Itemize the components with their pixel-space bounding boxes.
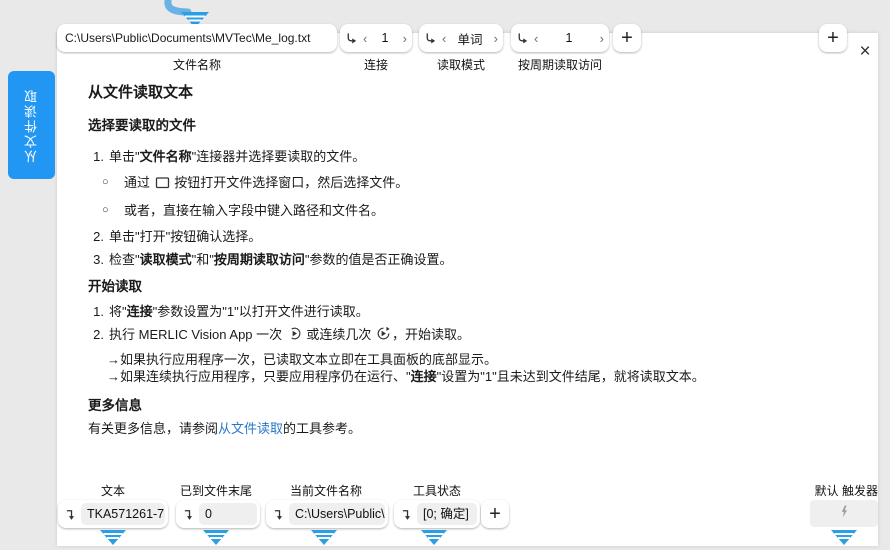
tool-reference-link[interactable]: 从文件读取	[218, 421, 283, 436]
list-text: 单击"文件名称"连接器并选择要读取的文件。	[109, 148, 365, 165]
list-item: 3. 检查"读取模式"和"按周期读取访问"参数的值是否正确设置。	[88, 251, 758, 268]
trigger-bolt-icon	[838, 504, 850, 524]
data-flow-triangle-icon[interactable]	[99, 529, 127, 546]
list-number: 2.	[88, 228, 104, 245]
list-text: 将"连接"参数设置为"1"以打开文件进行读取。	[109, 303, 369, 320]
list-item: 2. 单击"打开"按钮确认选择。	[88, 228, 758, 245]
output-eof[interactable]: 0	[176, 500, 260, 528]
output-tool-status[interactable]: [0; 确定]	[394, 500, 480, 528]
stepper-next-icon[interactable]: ›	[597, 31, 607, 46]
read-access-label: 按周期读取访问	[505, 56, 615, 73]
output-connector-icon[interactable]	[269, 505, 289, 523]
output-connector-icon[interactable]	[61, 505, 81, 523]
note-line: →如果连续执行应用程序，只要应用程序仍在运行、"连接"设置为"1"且未达到文件结…	[107, 368, 758, 385]
connect-label: 连接	[340, 56, 412, 73]
close-icon[interactable]: ×	[855, 42, 875, 62]
doc-title: 从文件读取文本	[88, 84, 758, 101]
list-item-sub: ○ 或者，直接在输入字段中键入路径和文件名。	[102, 202, 758, 219]
file-name-label: 文件名称	[57, 56, 337, 73]
tool-tab-read-from-file[interactable]: 从文件读取	[8, 71, 55, 179]
list-item: 2. 执行 MERLIC Vision App 一次 或连续几次 ，开始读取。	[88, 326, 758, 345]
output-connector-icon[interactable]	[179, 505, 199, 523]
input-connector-icon[interactable]	[513, 30, 531, 46]
read-mode-label: 读取模式	[419, 56, 503, 73]
read-access-value: 1	[541, 31, 596, 45]
stepper-next-icon[interactable]: ›	[400, 31, 410, 46]
list-number: 1.	[88, 148, 104, 165]
more-info-line: 有关更多信息，请参阅从文件读取的工具参考。	[88, 420, 758, 437]
run-continuous-icon	[376, 326, 391, 345]
list-text: 执行 MERLIC Vision App 一次 或连续几次 ，开始读取。	[109, 326, 470, 345]
input-connector-icon[interactable]	[421, 30, 439, 46]
section-heading-start-reading: 开始读取	[88, 278, 758, 295]
param-stepper-connect[interactable]: ‹ 1 ›	[340, 24, 412, 52]
default-trigger[interactable]	[810, 500, 878, 527]
output-eof-value: 0	[199, 503, 257, 525]
output-tool-status-value: [0; 确定]	[417, 503, 477, 525]
stepper-next-icon[interactable]: ›	[491, 31, 501, 46]
data-flow-triangle-icon[interactable]	[310, 529, 338, 546]
add-output-button[interactable]: +	[481, 500, 509, 528]
section-heading-select-file: 选择要读取的文件	[88, 117, 758, 134]
output-text-label: 文本	[58, 482, 168, 499]
file-path-text: C:\Users\Public\Documents\MVTec\Me_log.t…	[65, 31, 310, 45]
bullet-marker: ○	[102, 202, 116, 219]
connect-value: 1	[370, 31, 399, 45]
add-parameter-button-right[interactable]: +	[819, 24, 847, 52]
list-item-sub: ○ 通过 按钮打开文件选择窗口，然后选择文件。	[102, 174, 758, 193]
stepper-prev-icon[interactable]: ‹	[531, 31, 541, 46]
output-tool-status-label: 工具状态	[394, 482, 480, 499]
data-flow-triangle-icon[interactable]	[420, 529, 448, 546]
output-current-file-label: 当前文件名称	[266, 482, 386, 499]
output-current-file[interactable]: C:\Users\Public\	[266, 500, 388, 528]
list-text: 检查"读取模式"和"按周期读取访问"参数的值是否正确设置。	[109, 251, 453, 268]
list-number: 2.	[88, 326, 104, 345]
output-connector-icon[interactable]	[397, 505, 417, 523]
output-text[interactable]: TKA571261-7	[58, 500, 168, 528]
output-eof-label: 已到文件末尾	[168, 482, 264, 499]
list-item: 1. 单击"文件名称"连接器并选择要读取的文件。	[88, 148, 758, 165]
open-file-dialog-icon	[155, 176, 170, 193]
list-text: 或者，直接在输入字段中键入路径和文件名。	[124, 202, 384, 219]
list-text: 通过 按钮打开文件选择窗口，然后选择文件。	[124, 174, 408, 193]
output-text-value: TKA571261-7	[81, 503, 165, 525]
list-text: 单击"打开"按钮确认选择。	[109, 228, 261, 245]
read-mode-value: 单词	[449, 29, 490, 48]
list-number: 3.	[88, 251, 104, 268]
section-heading-more-info: 更多信息	[88, 397, 758, 414]
input-connector-icon[interactable]	[342, 30, 360, 46]
data-flow-triangle-icon[interactable]	[830, 529, 858, 546]
data-flow-triangle-icon[interactable]	[202, 529, 230, 546]
add-parameter-button[interactable]: +	[613, 24, 641, 52]
list-item: 1. 将"连接"参数设置为"1"以打开文件进行读取。	[88, 303, 758, 320]
param-stepper-read-mode[interactable]: ‹ 单词 ›	[419, 24, 503, 52]
note-line: →如果执行应用程序一次，已读取文本立即在工具面板的底部显示。	[107, 351, 758, 368]
run-once-icon	[287, 326, 302, 345]
output-current-file-value: C:\Users\Public\	[289, 503, 385, 525]
stepper-prev-icon[interactable]: ‹	[439, 31, 449, 46]
bullet-marker: ○	[102, 174, 116, 193]
stepper-prev-icon[interactable]: ‹	[360, 31, 370, 46]
tool-tab-label: 从文件读取	[22, 88, 41, 163]
list-number: 1.	[88, 303, 104, 320]
default-trigger-label: 默认 触发器	[790, 482, 878, 499]
help-content: 从文件读取文本 选择要读取的文件 1. 单击"文件名称"连接器并选择要读取的文件…	[88, 84, 758, 437]
file-name-input[interactable]: C:\Users\Public\Documents\MVTec\Me_log.t…	[57, 24, 337, 52]
param-stepper-read-access[interactable]: ‹ 1 ›	[511, 24, 609, 52]
